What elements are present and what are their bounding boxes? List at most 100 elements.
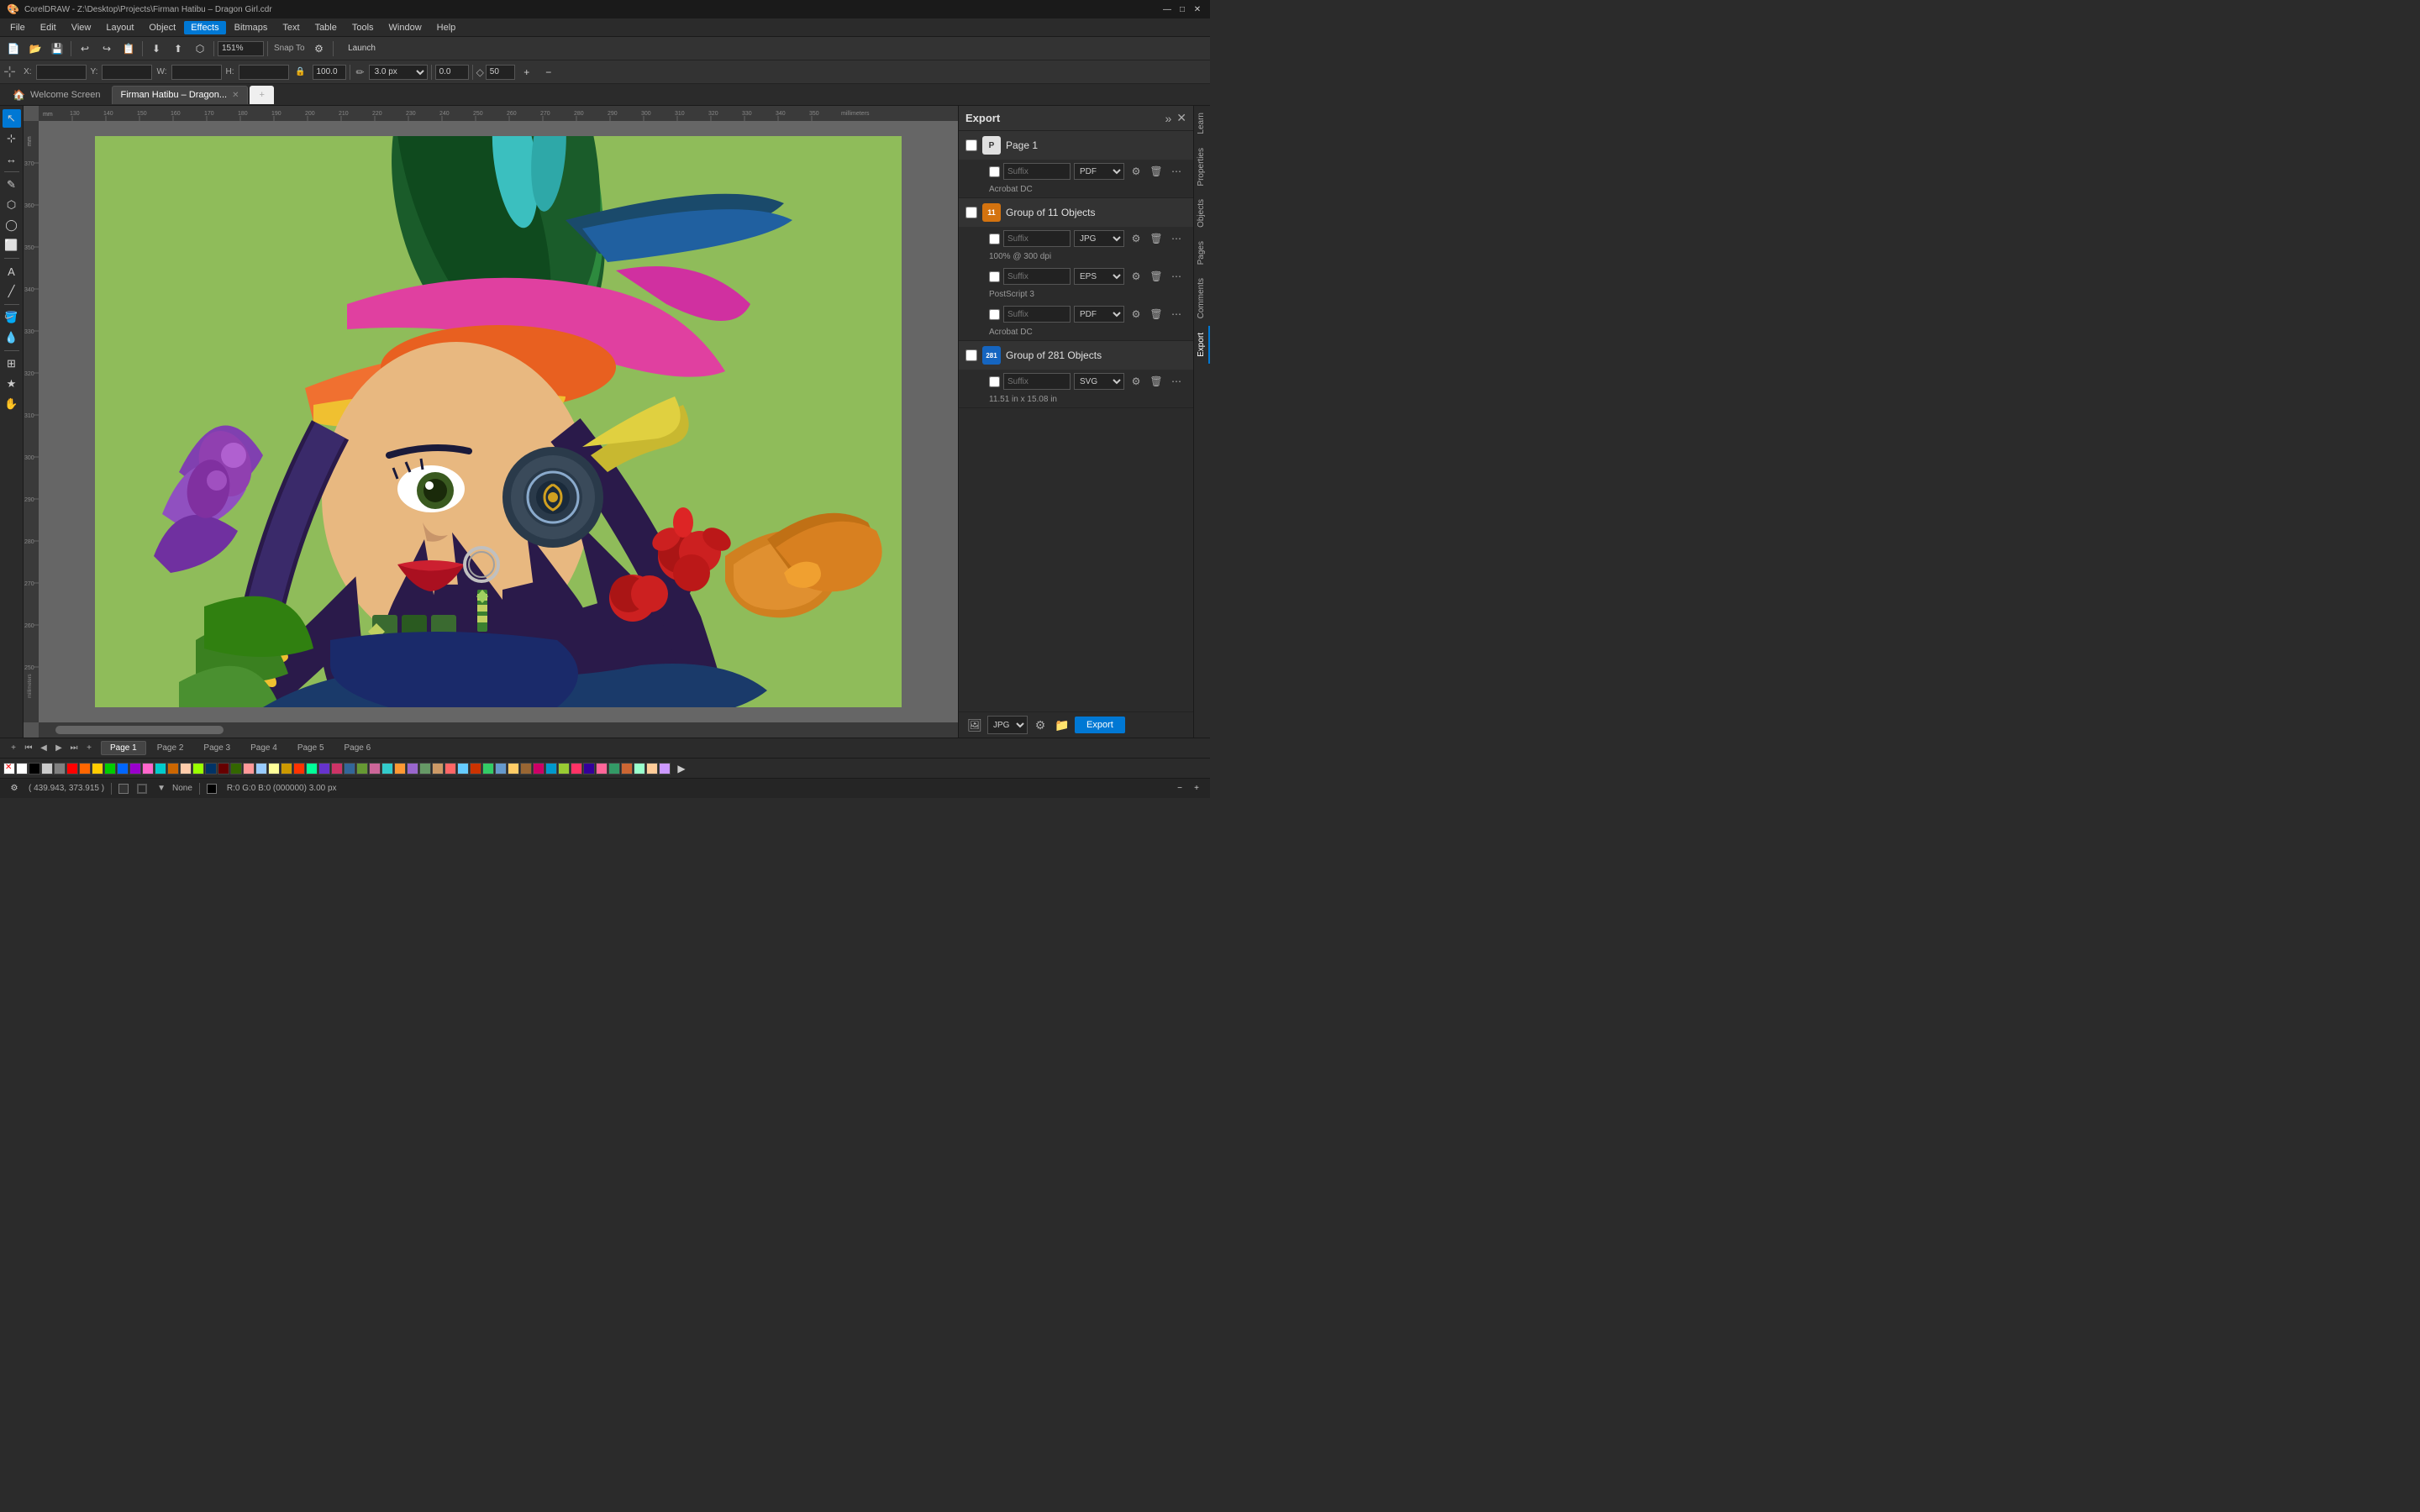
menu-view[interactable]: View xyxy=(65,21,98,34)
grid-tool[interactable]: ⊞ xyxy=(3,354,21,373)
white-swatch[interactable] xyxy=(16,763,28,774)
undo-button[interactable]: ↩ xyxy=(75,39,95,58)
coral-swatch[interactable] xyxy=(445,763,456,774)
pan-tool[interactable]: ✋ xyxy=(3,395,21,413)
group1-suffix2-input[interactable] xyxy=(1003,268,1071,285)
lightblue-swatch[interactable] xyxy=(255,763,267,774)
comments-tab[interactable]: Comments xyxy=(1194,271,1210,325)
darkgreen-swatch[interactable] xyxy=(230,763,242,774)
expand-icon[interactable]: » xyxy=(1165,112,1171,125)
azure-swatch[interactable] xyxy=(545,763,557,774)
close-export-button[interactable]: ✕ xyxy=(1176,111,1186,125)
group1-checkbox[interactable] xyxy=(965,207,977,218)
sienna-swatch[interactable] xyxy=(621,763,633,774)
snap-settings-button[interactable]: ⚙ xyxy=(309,39,329,58)
gray-swatch[interactable] xyxy=(54,763,66,774)
page1-delete-button[interactable]: 🗑 xyxy=(1148,163,1165,180)
menu-bitmaps[interactable]: Bitmaps xyxy=(228,21,275,34)
group2-checkbox[interactable] xyxy=(965,349,977,361)
violet-swatch[interactable] xyxy=(318,763,330,774)
wisteria-swatch[interactable] xyxy=(659,763,671,774)
group2-row1-checkbox[interactable] xyxy=(989,376,1000,387)
group1-suffix3-input[interactable] xyxy=(1003,306,1071,323)
sky-swatch[interactable] xyxy=(457,763,469,774)
page1-checkbox[interactable] xyxy=(965,139,977,151)
apricot-swatch[interactable] xyxy=(646,763,658,774)
publish-button[interactable]: ⬡ xyxy=(190,39,210,58)
text-tool[interactable]: A xyxy=(3,262,21,281)
width-input[interactable]: 0.0 mm xyxy=(171,65,222,80)
teal-swatch[interactable] xyxy=(381,763,393,774)
purple-swatch[interactable] xyxy=(129,763,141,774)
rose-swatch[interactable] xyxy=(331,763,343,774)
lime-swatch[interactable] xyxy=(192,763,204,774)
group2-format-select[interactable]: SVGJPGPDFPNGEPS xyxy=(1074,373,1124,390)
clipboard-button[interactable]: 📋 xyxy=(118,39,139,58)
menu-table[interactable]: Table xyxy=(308,21,344,34)
group1-more2-button[interactable]: ⋯ xyxy=(1168,268,1185,285)
mauve-swatch[interactable] xyxy=(369,763,381,774)
chocolate-swatch[interactable] xyxy=(520,763,532,774)
olive-swatch[interactable] xyxy=(356,763,368,774)
footer-settings-button[interactable]: ⚙ xyxy=(1031,716,1050,734)
group1-delete2-button[interactable]: 🗑 xyxy=(1148,268,1165,285)
welcome-tab[interactable]: 🏠 Welcome Screen xyxy=(3,86,110,104)
group1-settings3-button[interactable]: ⚙ xyxy=(1128,306,1144,323)
export-tab[interactable]: Export xyxy=(1194,326,1210,364)
maximize-button[interactable]: □ xyxy=(1176,3,1188,15)
learn-tab[interactable]: Learn xyxy=(1194,106,1210,141)
page1-more-button[interactable]: ⋯ xyxy=(1168,163,1185,180)
cyan-swatch[interactable] xyxy=(155,763,166,774)
menu-object[interactable]: Object xyxy=(142,21,182,34)
ellipse-tool[interactable]: ◯ xyxy=(3,216,21,234)
pink-swatch[interactable] xyxy=(142,763,154,774)
group1-settings2-button[interactable]: ⚙ xyxy=(1128,268,1144,285)
group1-more3-button[interactable]: ⋯ xyxy=(1168,306,1185,323)
steelblue-swatch[interactable] xyxy=(344,763,355,774)
last-page-button[interactable]: ⏭ xyxy=(67,742,81,755)
pages-tab[interactable]: Pages xyxy=(1194,234,1210,271)
import-button[interactable]: ⬇ xyxy=(146,39,166,58)
yellow-green-swatch[interactable] xyxy=(558,763,570,774)
sage-swatch[interactable] xyxy=(419,763,431,774)
add-page-end-button[interactable]: + xyxy=(82,742,96,755)
lock-ratio-button[interactable]: 🔒 xyxy=(291,63,311,81)
group1-row1-checkbox[interactable] xyxy=(989,234,1000,244)
add-tab-button[interactable]: + xyxy=(250,86,273,104)
x-input[interactable]: 298.535 mm xyxy=(36,65,87,80)
add-page-button[interactable]: + xyxy=(7,742,20,755)
close-button[interactable]: ✕ xyxy=(1192,3,1203,15)
page-tab-2[interactable]: Page 2 xyxy=(148,741,193,755)
gray-light-swatch[interactable] xyxy=(41,763,53,774)
footer-format-select[interactable]: JPGPDFPNGEPSSVG xyxy=(987,716,1028,734)
page1-settings-button[interactable]: ⚙ xyxy=(1128,163,1144,180)
hot-pink-swatch[interactable] xyxy=(571,763,582,774)
y-input[interactable]: 205.655 mm xyxy=(102,65,152,80)
menu-effects[interactable]: Effects xyxy=(184,21,225,34)
line-tool[interactable]: ╱ xyxy=(3,282,21,301)
first-page-button[interactable]: ⏮ xyxy=(22,742,35,755)
stroke-size-select[interactable]: 3.0 px xyxy=(369,65,428,80)
lock-scale-input[interactable] xyxy=(313,65,346,80)
polygon-tool[interactable]: ⬡ xyxy=(3,196,21,214)
page-tab-6[interactable]: Page 6 xyxy=(335,741,381,755)
group1-format3-select[interactable]: PDFJPGPNGEPSSVG xyxy=(1074,306,1124,323)
scrollbar-thumb[interactable] xyxy=(55,726,224,734)
open-file-button[interactable]: 📂 xyxy=(25,39,45,58)
page-tab-1[interactable]: Page 1 xyxy=(101,741,146,755)
yellow-swatch[interactable] xyxy=(92,763,103,774)
emerald-swatch[interactable] xyxy=(482,763,494,774)
group2-more-button[interactable]: ⋯ xyxy=(1168,373,1185,390)
active-document-tab[interactable]: Firman Hatibu – Dragon... ✕ xyxy=(112,86,249,104)
horizontal-scrollbar[interactable] xyxy=(39,722,958,738)
orange-swatch[interactable] xyxy=(79,763,91,774)
red-swatch[interactable] xyxy=(66,763,78,774)
group1-format2-select[interactable]: EPSJPGPDFPNGSVG xyxy=(1074,268,1124,285)
scarlet-swatch[interactable] xyxy=(293,763,305,774)
freehand-tool[interactable]: ✎ xyxy=(3,176,21,194)
lightred-swatch[interactable] xyxy=(243,763,255,774)
new-file-button[interactable]: 📄 xyxy=(3,39,24,58)
minus-button[interactable]: − xyxy=(539,63,559,81)
rectangle-tool[interactable]: ⬜ xyxy=(3,236,21,255)
aqua-swatch[interactable] xyxy=(634,763,645,774)
